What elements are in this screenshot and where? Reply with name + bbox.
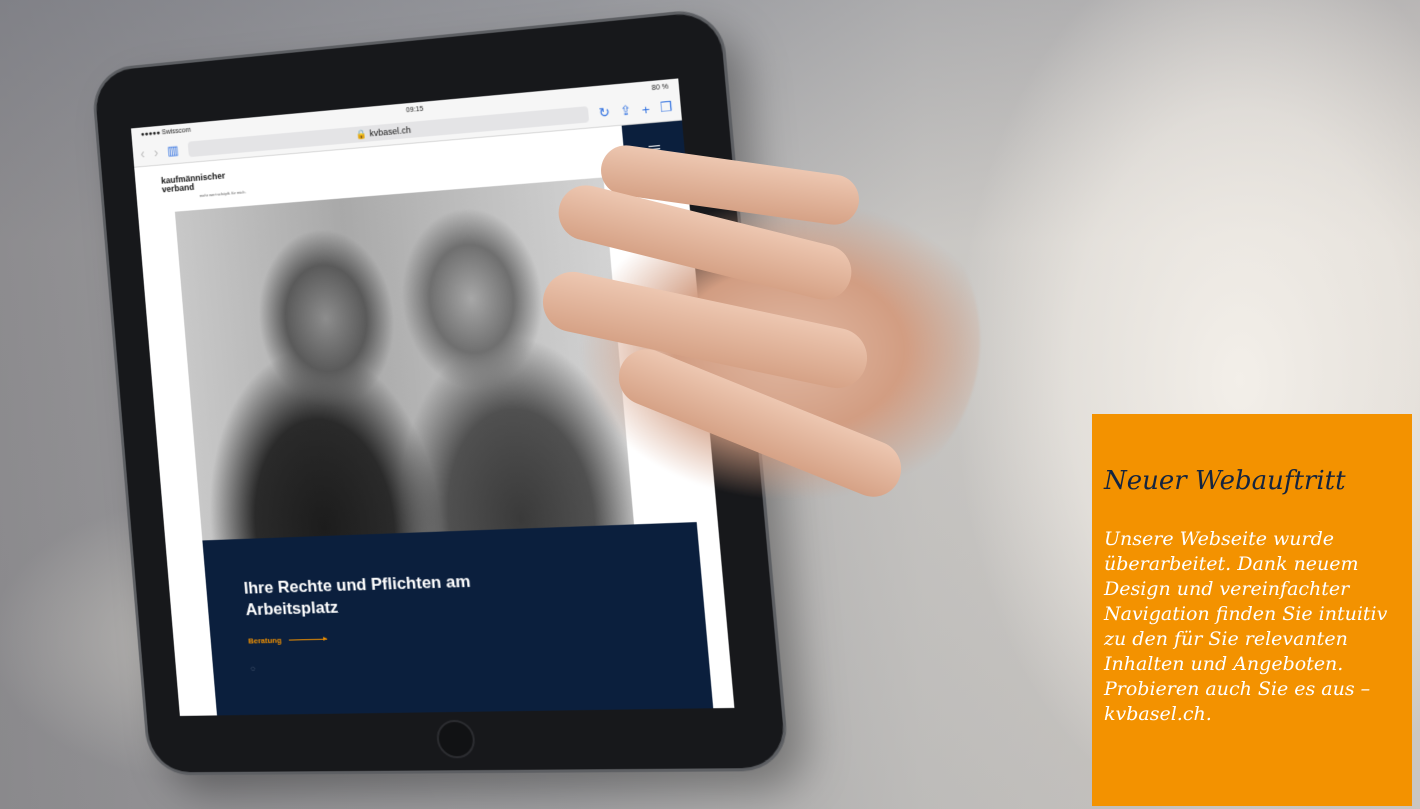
teaser-panel: Ihre Rechte und Pflichten am Arbeitsplat… (202, 522, 714, 716)
arrow-right-icon (288, 638, 328, 641)
bookmarks-icon[interactable]: ▥ (167, 143, 180, 159)
link-label: Beratung (247, 635, 282, 646)
url-text: kvbasel.ch (368, 124, 412, 139)
kv-logo[interactable]: kaufmännischer verband mehr wert·schöpft… (161, 170, 246, 203)
new-tab-icon[interactable]: + (641, 101, 650, 117)
promo-box: Neuer Webauftritt Unsere Webseite wurde … (1092, 414, 1412, 806)
promo-title: Neuer Webauftritt (1104, 466, 1346, 496)
beratung-link[interactable]: Beratung (247, 635, 328, 646)
carrier-label: ●●●●● Swisscom (140, 126, 192, 138)
back-icon[interactable]: ‹ (140, 146, 146, 162)
teaser-headline: Ihre Rechte und Pflichten am Arbeitsplat… (243, 571, 472, 620)
slider-pager[interactable]: ◌ (250, 664, 255, 673)
share-icon[interactable]: ⇪ (619, 102, 632, 119)
home-button[interactable] (435, 719, 477, 759)
clock: 09:15 (405, 105, 424, 114)
forward-icon[interactable]: › (153, 144, 159, 160)
reload-icon[interactable]: ↻ (598, 104, 611, 121)
lock-icon: 🔒 (355, 128, 367, 140)
tabs-icon[interactable]: ❐ (659, 99, 673, 116)
promo-body: Unsere Webseite wurde überarbeitet. Dank… (1104, 528, 1388, 725)
battery-label: 80 % (651, 82, 669, 92)
